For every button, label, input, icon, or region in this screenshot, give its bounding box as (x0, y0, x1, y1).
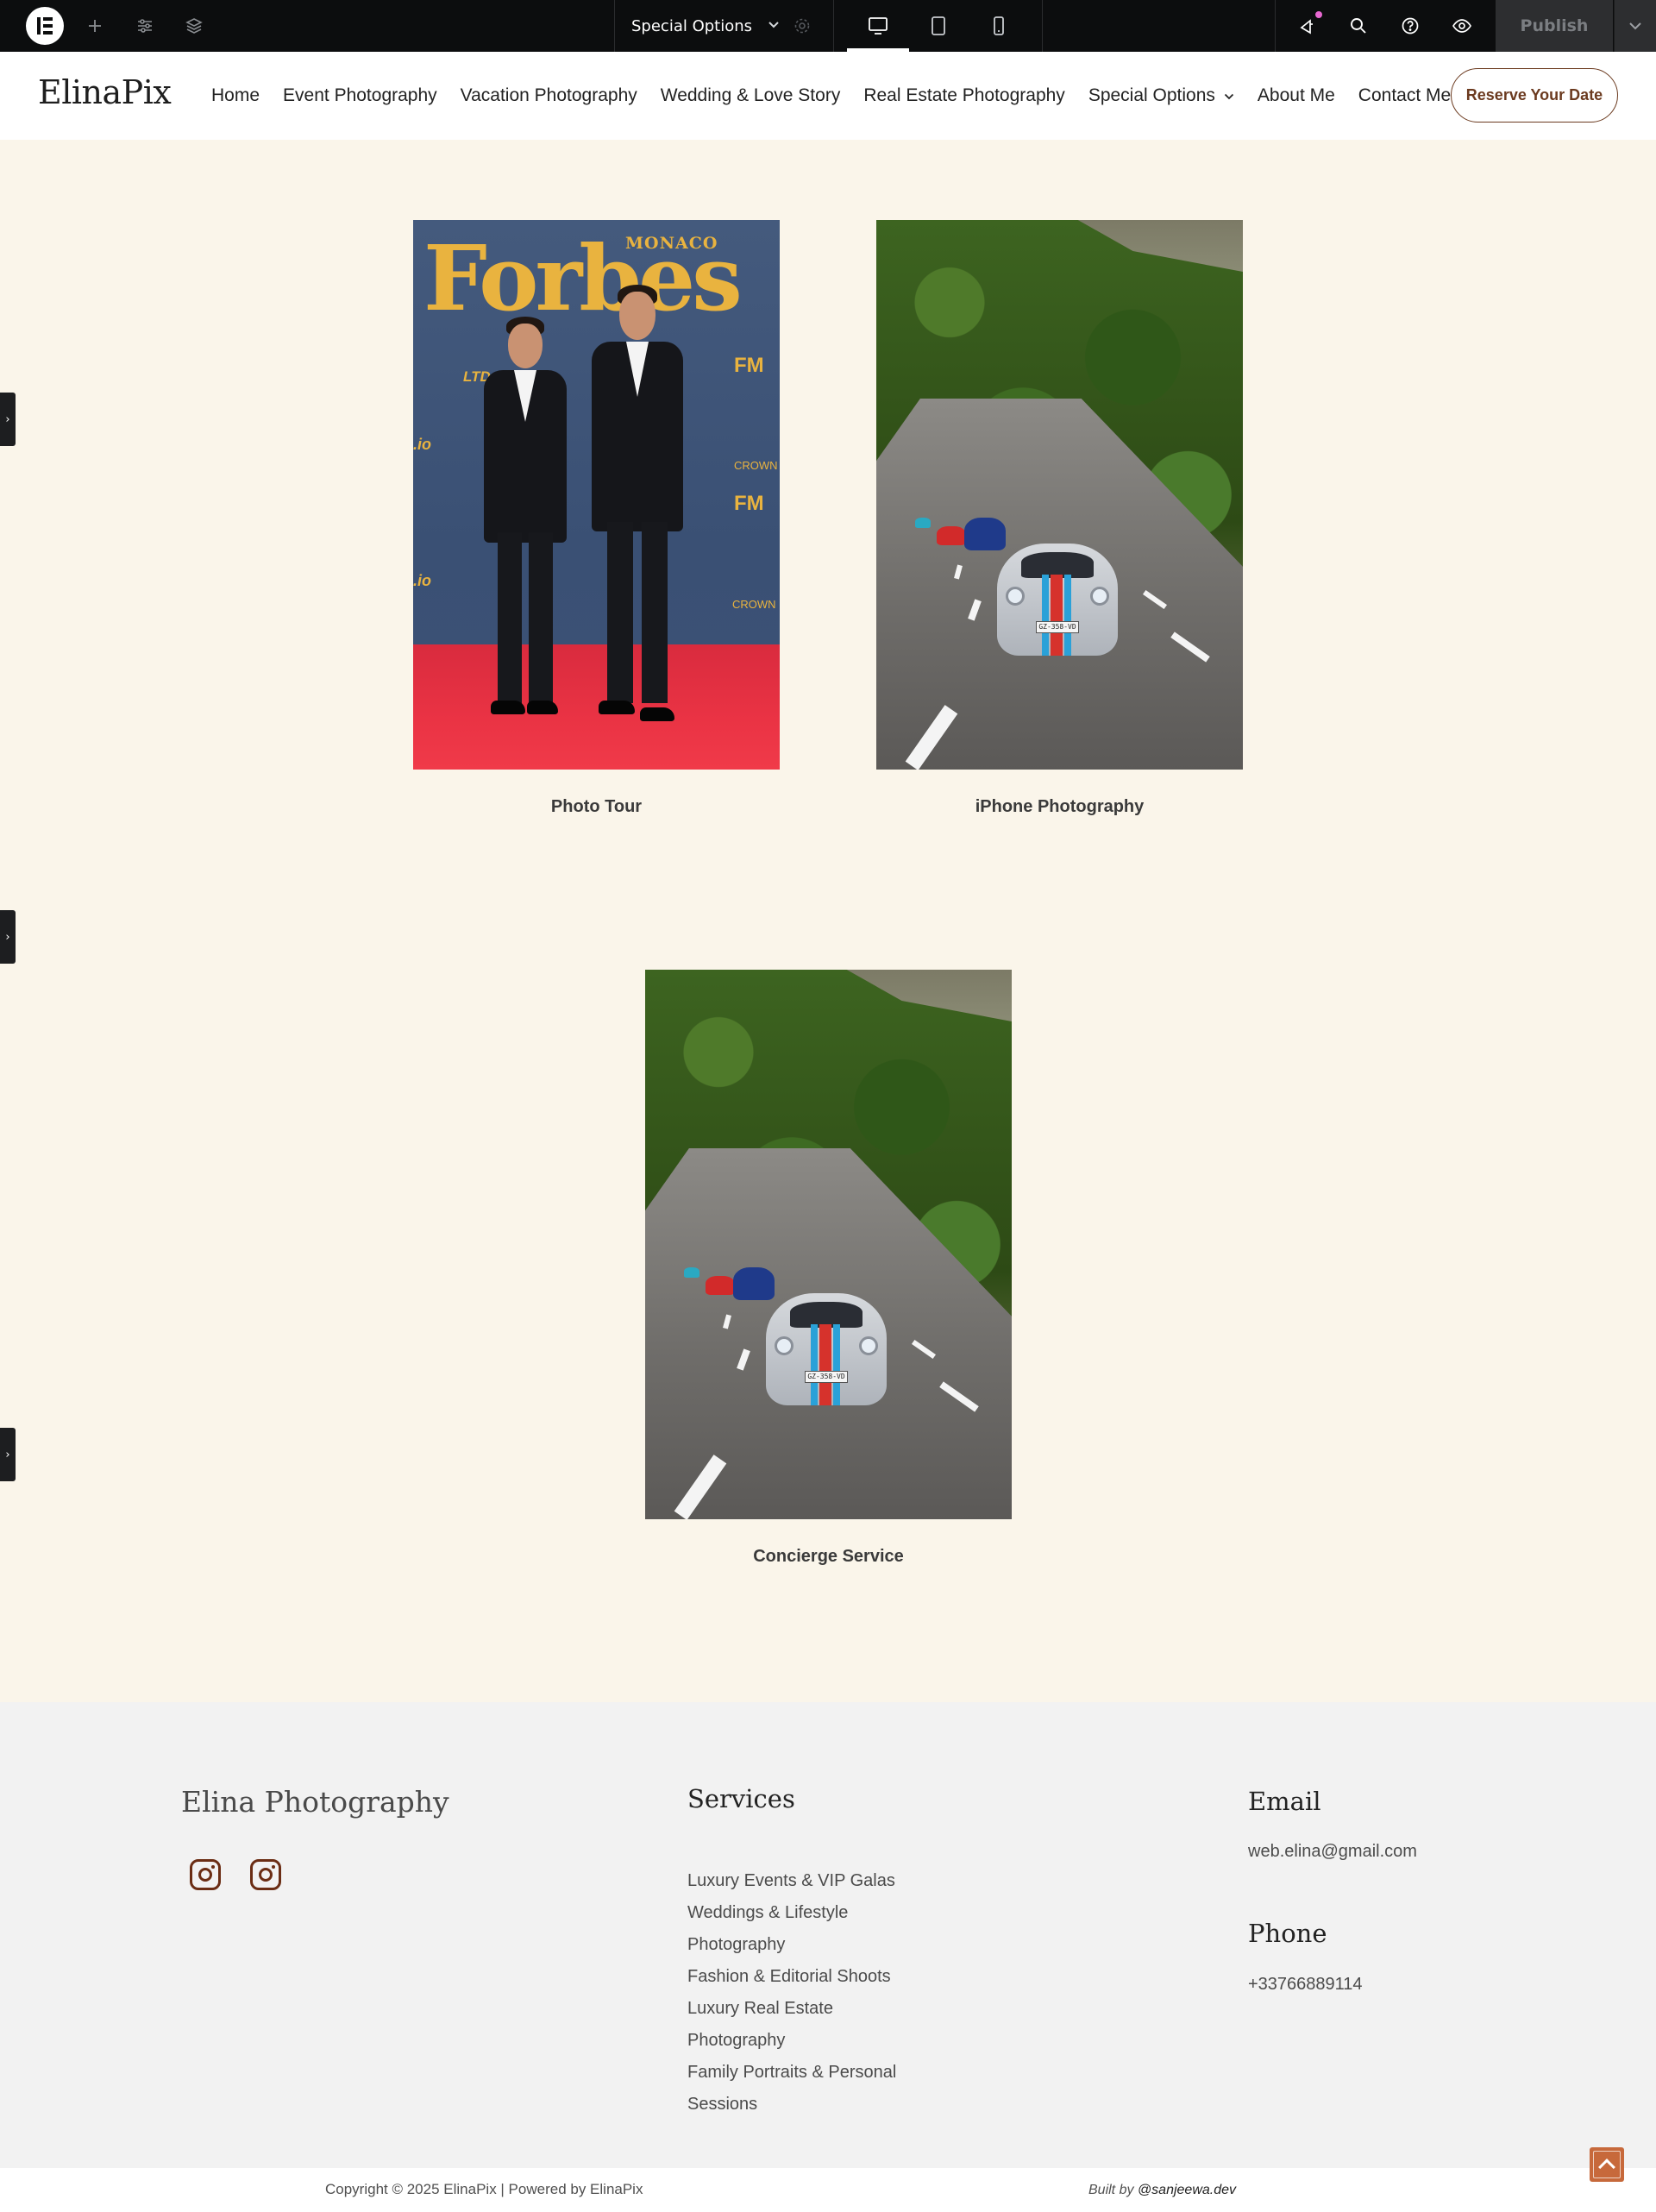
publish-button[interactable]: Publish (1496, 0, 1613, 52)
tablet-view-icon[interactable] (907, 0, 969, 52)
divider (1042, 0, 1043, 52)
list-item: Fashion & Editorial Shoots (687, 1967, 891, 1986)
built-by-link[interactable]: @sanjeewa.dev (1138, 2183, 1236, 2197)
email-link[interactable]: web.elina@gmail.com (1248, 1842, 1417, 1862)
nav-item-wedding-love-story[interactable]: Wedding & Love Story (661, 85, 841, 106)
footer-bottom-bar (0, 2168, 1656, 2212)
chevron-down-icon (768, 19, 780, 33)
site-logo[interactable]: ElinaPix (38, 73, 172, 111)
nav-item-about-me[interactable]: About Me (1258, 85, 1335, 106)
license-plate-text: GZ-358-VD (1036, 621, 1079, 633)
panel-toggle-handle[interactable]: › (0, 910, 16, 964)
copyright-text: Copyright © 2025 ElinaPix | Powered by E… (325, 2181, 643, 2197)
list-item: Luxury Real Estate Photography (687, 1999, 833, 2050)
nav-item-event-photography[interactable]: Event Photography (283, 85, 437, 106)
built-by-prefix: Built by (1088, 2183, 1134, 2197)
gallery-caption[interactable]: Concierge Service (645, 1547, 1012, 1567)
photo-backdrop-text: .io (413, 436, 431, 453)
email-heading: Email (1248, 1787, 1321, 1816)
phone-link[interactable]: +33766889114 (1248, 1975, 1363, 1995)
photo-backdrop-text: CROWN (732, 598, 776, 611)
editor-top-bar: Special Options Publish (0, 0, 1656, 52)
built-by-text: Built by @sanjeewa.dev (1088, 2183, 1236, 2198)
panel-toggle-handle[interactable]: › (0, 1428, 16, 1481)
notification-dot (1315, 11, 1322, 18)
photo-backdrop-text: FM (734, 354, 764, 377)
list-item: Luxury Events & VIP Galas (687, 1871, 895, 1890)
gallery-photo-red-carpet[interactable]: Forbes MONACO LTD.INC .io .io FM FM CROW… (413, 220, 780, 770)
scroll-to-top-button[interactable] (1590, 2147, 1624, 2182)
footer-brand: Elina Photography (181, 1785, 449, 1819)
elementor-logo-button[interactable] (26, 7, 64, 45)
page-name: Special Options (631, 16, 753, 35)
arrow-up-icon (1598, 2159, 1615, 2176)
search-icon[interactable] (1346, 13, 1371, 39)
gallery-photo-cars-road[interactable]: GZ-358-VD (645, 970, 1012, 1519)
add-element-icon[interactable] (82, 13, 108, 39)
list-item: Family Portraits & Personal Sessions (687, 2063, 897, 2114)
chevron-down-icon (1629, 22, 1641, 30)
photo-backdrop-text: CROWN (734, 459, 778, 472)
reserve-your-date-button[interactable]: Reserve Your Date (1451, 68, 1618, 123)
nav-item-vacation-photography[interactable]: Vacation Photography (461, 85, 637, 106)
services-heading: Services (687, 1784, 795, 1813)
structure-icon[interactable] (181, 13, 207, 39)
gallery-card[interactable]: GZ-358-VD iPhone Photography (876, 220, 1243, 817)
services-list: Luxury Events & VIP Galas Weddings & Lif… (687, 1865, 929, 2121)
panel-toggle-handle[interactable]: › (0, 393, 16, 446)
nav-item-label: Special Options (1088, 85, 1215, 105)
phone-heading: Phone (1248, 1919, 1327, 1948)
photo-backdrop-text: .io (413, 572, 431, 589)
gallery-card[interactable]: GZ-358-VD Concierge Service (645, 970, 1012, 1567)
help-icon[interactable] (1397, 13, 1423, 39)
instagram-icon[interactable] (190, 1859, 221, 1890)
chevron-down-icon (1224, 90, 1234, 103)
desktop-view-icon[interactable] (847, 0, 909, 52)
publish-options-button[interactable] (1614, 0, 1656, 52)
gallery-caption[interactable]: iPhone Photography (876, 797, 1243, 817)
chevron-right-icon: › (5, 930, 10, 944)
photo-backdrop-text: FM (734, 492, 764, 515)
gallery-card[interactable]: Forbes MONACO LTD.INC .io .io FM FM CROW… (413, 220, 780, 817)
divider (833, 0, 834, 52)
page-settings-gear-icon[interactable] (789, 13, 815, 39)
main-nav: Home Event Photography Vacation Photogra… (211, 52, 1474, 140)
nav-item-real-estate-photography[interactable]: Real Estate Photography (863, 85, 1064, 106)
nav-item-special-options[interactable]: Special Options (1088, 85, 1234, 106)
chevron-right-icon: › (5, 412, 10, 426)
divider (1275, 0, 1276, 52)
instagram-icon[interactable] (250, 1859, 281, 1890)
preview-eye-icon[interactable] (1449, 13, 1475, 39)
photo-backdrop-text: MONACO (625, 234, 718, 253)
list-item: Weddings & Lifestyle Photography (687, 1903, 849, 1954)
gallery-caption[interactable]: Photo Tour (413, 797, 780, 817)
mobile-view-icon[interactable] (968, 0, 1030, 52)
license-plate-text: GZ-358-VD (805, 1371, 848, 1383)
nav-item-home[interactable]: Home (211, 85, 260, 106)
chevron-right-icon: › (5, 1448, 10, 1461)
elementor-logo-icon (37, 17, 53, 35)
gallery-photo-cars-road[interactable]: GZ-358-VD (876, 220, 1243, 770)
nav-item-contact-me[interactable]: Contact Me (1358, 85, 1451, 106)
site-settings-icon[interactable] (132, 13, 158, 39)
